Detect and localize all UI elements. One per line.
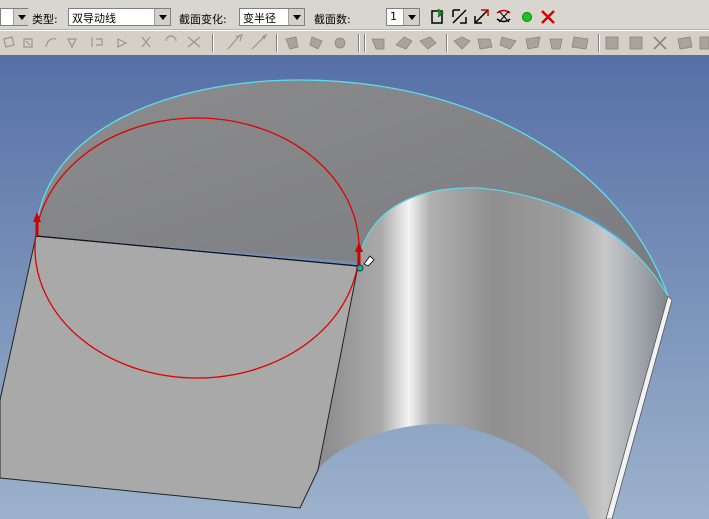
swap-button[interactable] (494, 7, 514, 27)
chevron-down-icon[interactable] (154, 9, 170, 25)
swap-icon (496, 9, 511, 23)
type-select[interactable]: 双导动线 (68, 8, 171, 26)
type-label: 类型: (32, 13, 58, 26)
apply-icon (431, 8, 444, 24)
pick-curve-icon (452, 9, 467, 24)
section-count-value: 1 (390, 10, 397, 23)
section-change-select[interactable]: 变半径 (239, 8, 305, 26)
chevron-down-icon[interactable] (13, 9, 29, 25)
cancel-button[interactable] (538, 7, 558, 27)
confirm-dot-icon (522, 12, 532, 22)
cancel-x-icon (541, 10, 555, 24)
section-change-label: 截面变化: (179, 13, 227, 26)
pick-point-marker (356, 264, 364, 272)
chevron-down-icon[interactable] (288, 9, 304, 25)
confirm-button[interactable] (517, 7, 537, 27)
section-count-select[interactable]: 1 (386, 8, 420, 26)
section-change-value: 变半径 (243, 12, 276, 25)
left-partial-combo[interactable] (0, 8, 29, 26)
greyed-tool-icons (3, 33, 709, 52)
pick-curve-2-icon (474, 9, 489, 24)
front-section-face[interactable] (0, 235, 359, 509)
pick-curve-2-button[interactable] (472, 7, 492, 27)
feature-toolbar: 类型: 双导动线 截面变化: 变半径 截面数: 1 (0, 0, 709, 30)
type-select-value: 双导动线 (72, 12, 116, 25)
model-scene[interactable] (0, 55, 709, 519)
apply-button[interactable] (428, 7, 448, 27)
chevron-down-icon[interactable] (403, 9, 419, 25)
pick-curve-button[interactable] (450, 7, 470, 27)
3d-viewport[interactable] (0, 55, 709, 519)
section-count-label: 截面数: (314, 13, 351, 26)
disabled-tools-toolbar (0, 30, 709, 56)
